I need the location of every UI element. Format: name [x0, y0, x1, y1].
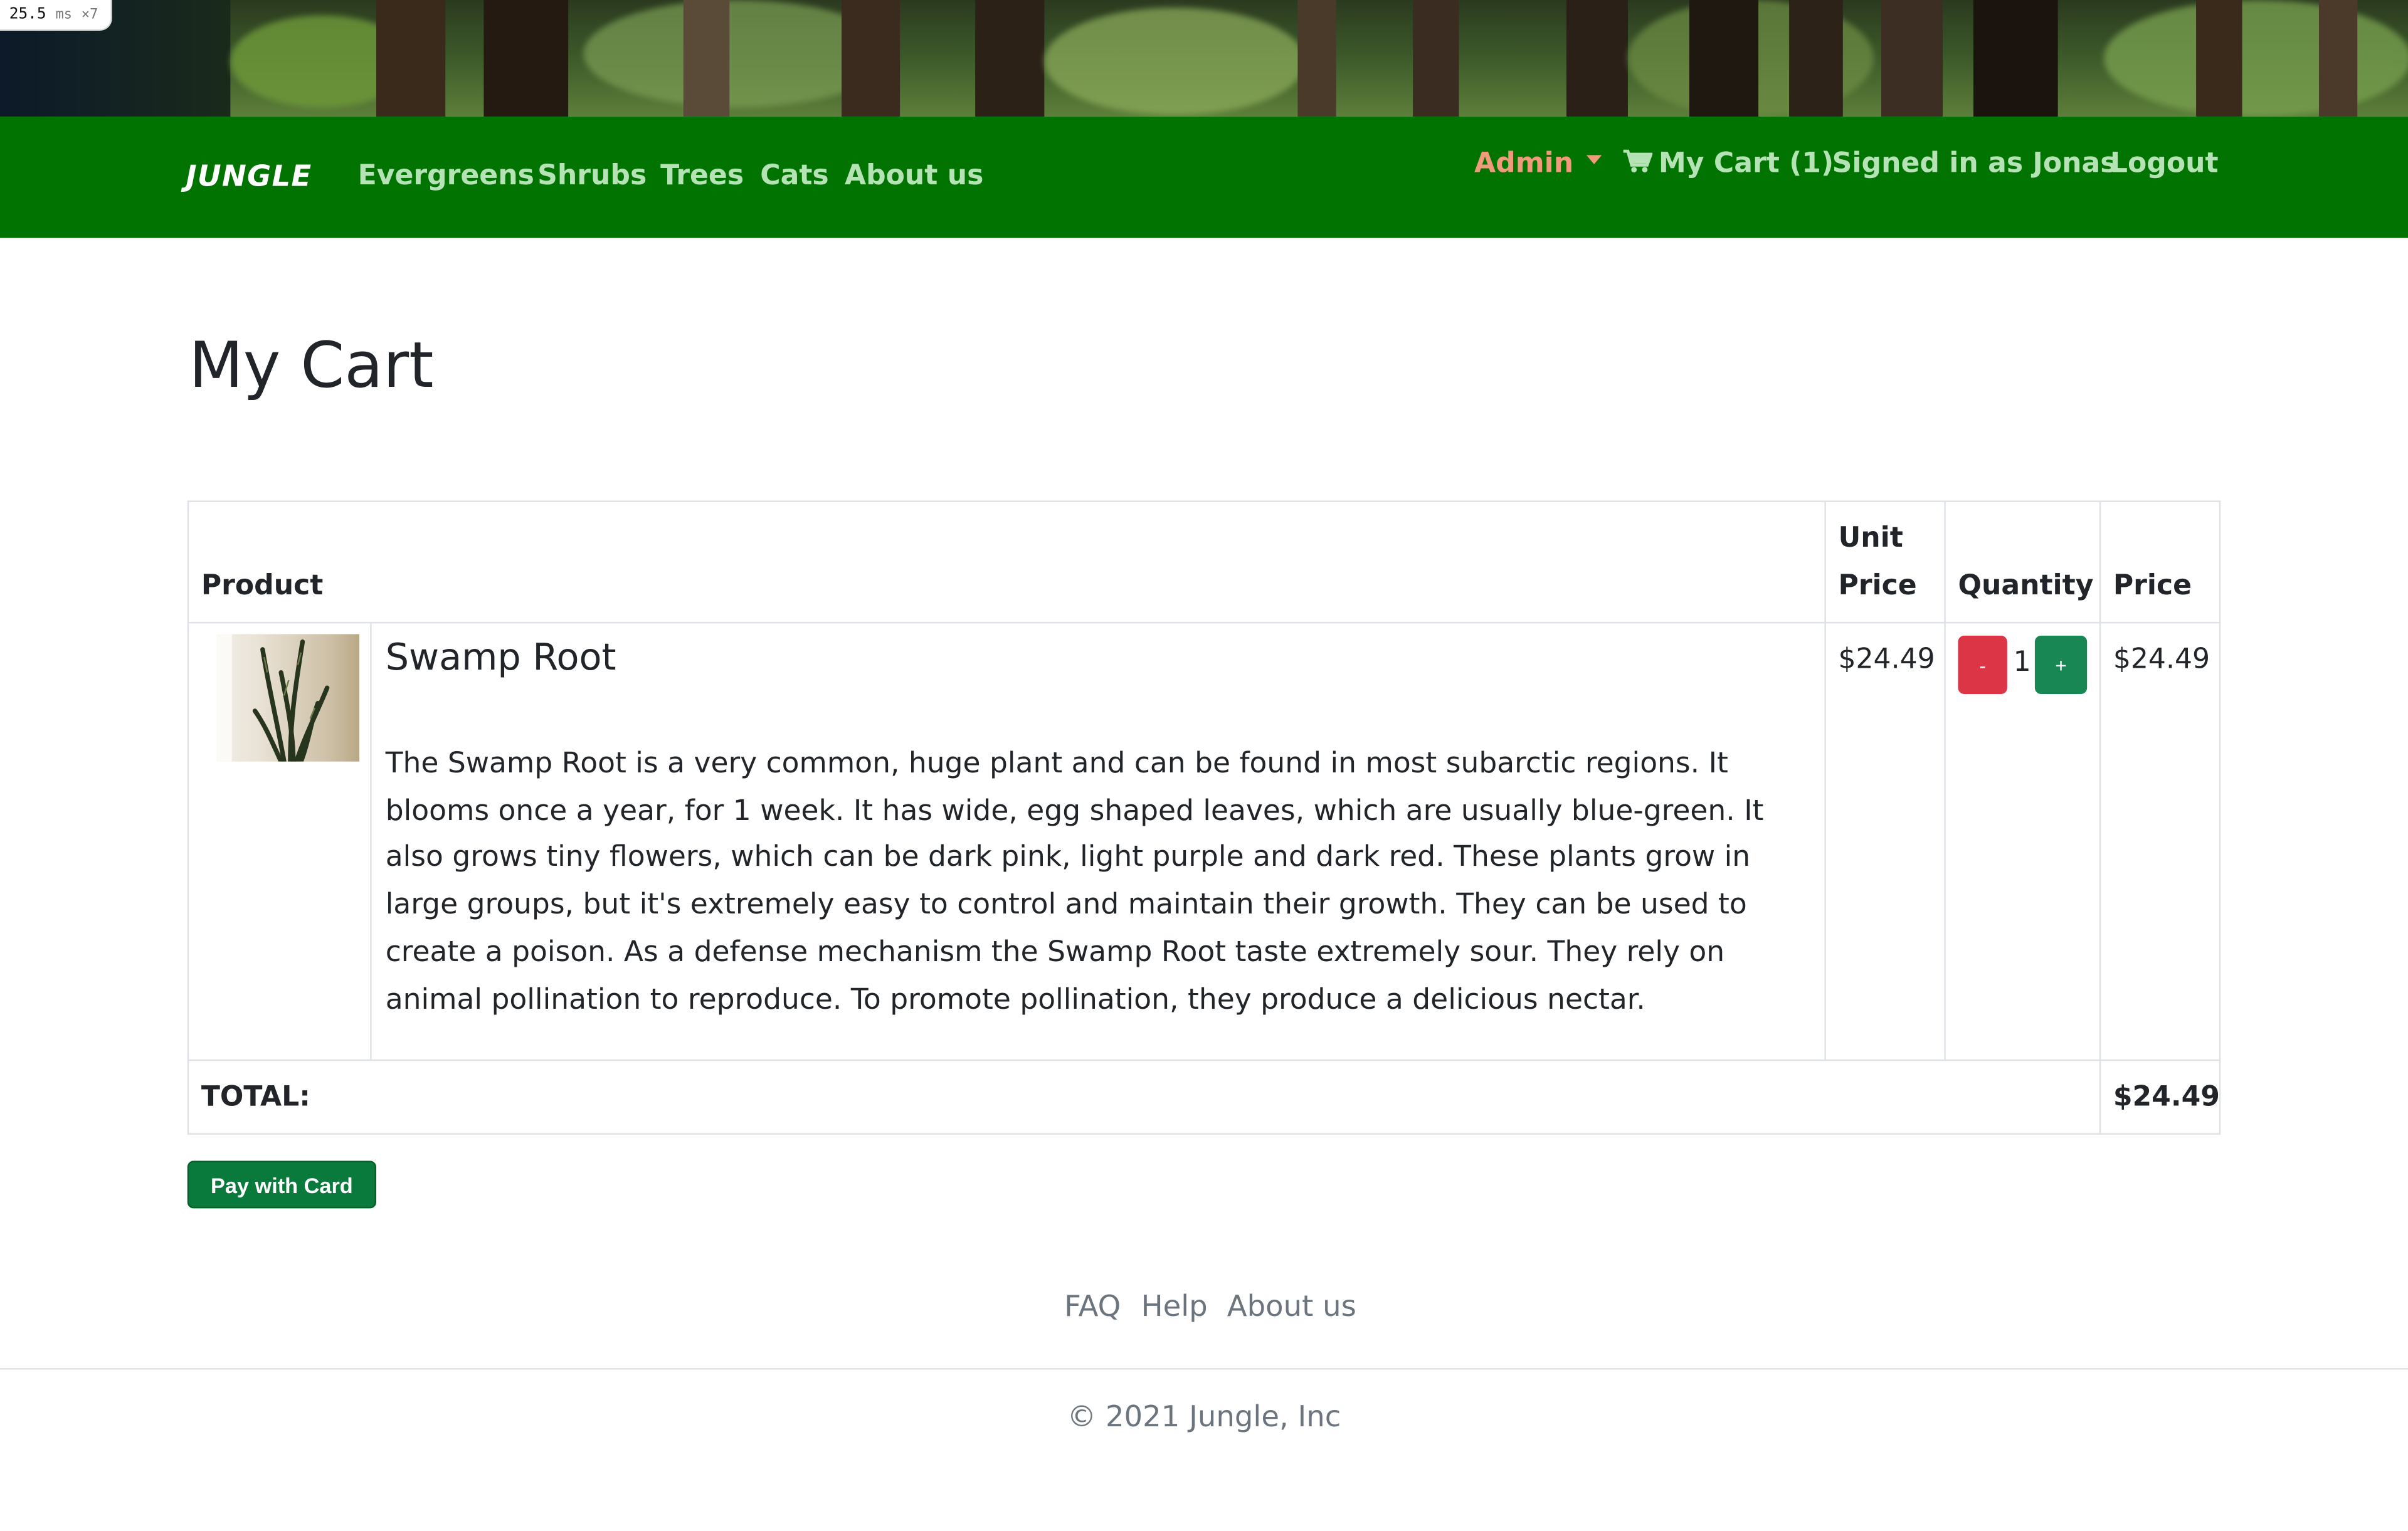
chevron-down-icon: [1585, 155, 1602, 165]
col-divider: [1824, 500, 1826, 1061]
decrease-quantity-button[interactable]: -: [1958, 635, 2007, 694]
quantity-value: 1: [2013, 646, 2031, 679]
signed-in-label: Signed in as Jonas: [1832, 147, 2117, 180]
total-value: $24.49: [2113, 1081, 2220, 1113]
nav-link-cats[interactable]: Cats: [760, 160, 828, 192]
plant-image: [216, 634, 330, 762]
table-header-divider: [187, 621, 2221, 624]
render-time-unit: ms: [55, 8, 73, 23]
increase-quantity-button[interactable]: +: [2034, 635, 2088, 694]
product-description: The Swamp Root is a very common, huge pl…: [385, 747, 1764, 1016]
unit-price-value: $24.49: [1838, 643, 1935, 676]
admin-dropdown[interactable]: Admin: [1474, 147, 1602, 180]
copyright-text: © 2021 Jungle, Inc: [1067, 1400, 1341, 1434]
table-total-divider: [187, 1059, 2221, 1061]
line-price-value: $24.49: [2113, 643, 2210, 676]
col-divider: [1944, 500, 1946, 1061]
header-quantity: Quantity: [1958, 569, 2094, 602]
render-time-value: 25.5: [9, 6, 46, 23]
cart-icon: [1623, 149, 1653, 173]
nav-link-evergreens[interactable]: Evergreens: [358, 160, 534, 192]
footer-divider: [0, 1368, 2408, 1370]
product-image: [216, 634, 360, 762]
brand-logo[interactable]: JUNGLE: [186, 160, 312, 194]
header-unit-price-line1: Unit: [1838, 522, 1903, 555]
product-name: Swamp Root: [385, 635, 616, 679]
nav-link-shrubs[interactable]: Shrubs: [537, 160, 647, 192]
hero-forest-banner: [0, 0, 2408, 117]
page-root: 25.5 ms ×7 JUNGLE Evergreens Shrubs Tree…: [0, 0, 2408, 1531]
footer-link-about-us[interactable]: About us: [1227, 1290, 1356, 1323]
header-unit-price-line2: Price: [1838, 569, 1917, 602]
render-time-badge: 25.5 ms ×7: [0, 0, 112, 31]
logout-link[interactable]: Logout: [2110, 147, 2219, 179]
footer-link-faq[interactable]: FAQ: [1064, 1290, 1121, 1323]
my-cart-label: My Cart (1): [1658, 147, 1834, 180]
col-divider: [370, 621, 372, 1061]
col-divider: [2099, 500, 2101, 1135]
render-time-multiplier: ×7: [81, 8, 98, 23]
header-price: Price: [2113, 569, 2192, 602]
header-product: Product: [201, 569, 324, 602]
admin-label: Admin: [1474, 147, 1574, 180]
total-label: TOTAL:: [201, 1081, 310, 1113]
nav-link-about-us[interactable]: About us: [845, 160, 983, 192]
footer-link-help[interactable]: Help: [1141, 1290, 1208, 1323]
my-cart-link[interactable]: My Cart (1): [1623, 147, 1834, 180]
page-title: My Cart: [189, 329, 434, 402]
nav-link-trees[interactable]: Trees: [660, 160, 744, 192]
pay-with-card-button[interactable]: Pay with Card: [187, 1160, 377, 1209]
